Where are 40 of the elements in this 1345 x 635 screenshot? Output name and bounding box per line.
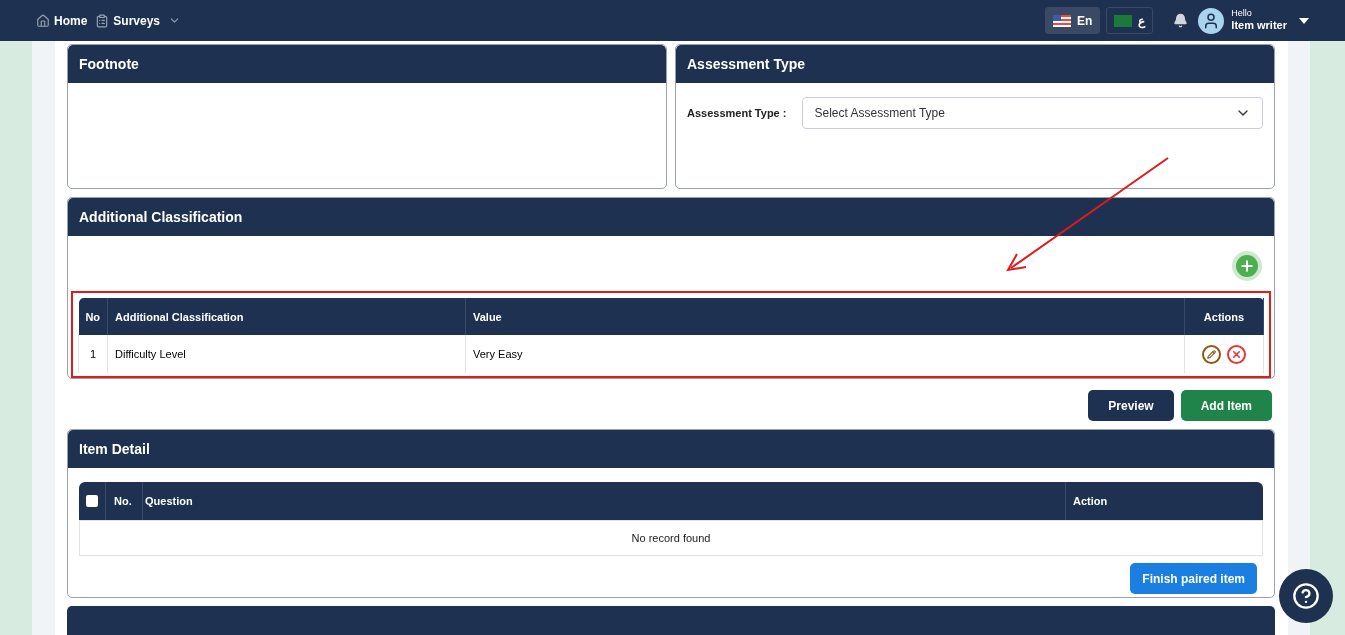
field-label: Assessment Type : [687, 105, 787, 121]
edit-button[interactable] [1202, 344, 1221, 364]
action-button[interactable]: Preview [1088, 390, 1174, 422]
nav-item[interactable]: Home [36, 11, 88, 30]
avatar-icon [1198, 7, 1225, 34]
delete-button[interactable] [1227, 344, 1246, 364]
column-header: No [78, 298, 108, 336]
action-button[interactable]: Add Item [1180, 390, 1272, 422]
language-button[interactable]: En [1045, 7, 1101, 34]
greeting-text: Hello [1231, 8, 1253, 20]
flag-icon [1114, 14, 1133, 27]
column-header: Value [465, 298, 1185, 336]
table-cell: Difficulty Level [107, 335, 466, 374]
column-header: No. [113, 494, 133, 510]
pencil-icon [1207, 349, 1216, 359]
card-title: Item Detail [79, 439, 150, 459]
add-button[interactable] [1232, 251, 1262, 282]
card-title: Footnote [79, 54, 139, 74]
column-header: Action [1065, 482, 1263, 521]
flag-icon [1053, 14, 1071, 27]
home-icon [36, 13, 50, 28]
help-icon [1292, 582, 1320, 610]
table-cell: Very Easy [465, 335, 1185, 374]
nav-item[interactable]: Surveys [95, 11, 182, 30]
column-header: Actions [1184, 298, 1264, 336]
user-name: Item writer [1231, 19, 1287, 33]
column-header: Question [142, 482, 1065, 521]
close-icon [1231, 348, 1242, 360]
card-title: Assessment Type [687, 54, 805, 74]
language-button[interactable]: ع [1106, 7, 1154, 34]
empty-message: No record found [631, 531, 711, 547]
bell-icon[interactable] [1173, 13, 1189, 28]
table-cell: 1 [78, 335, 108, 374]
assessment-select[interactable]: Select Assessment Type [802, 97, 1263, 129]
caret-icon[interactable] [1299, 17, 1309, 24]
clipboard-icon [95, 13, 110, 28]
card-title: Additional Classification [79, 207, 243, 227]
column-header: Additional Classification [107, 298, 466, 336]
select-all-checkbox[interactable] [86, 495, 98, 508]
finish-button[interactable]: Finish paired item [1130, 563, 1257, 595]
